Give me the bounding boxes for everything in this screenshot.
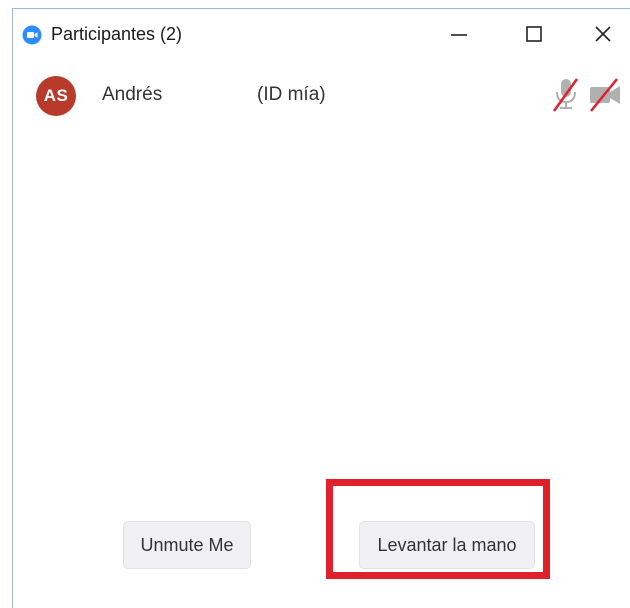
window-title: Participantes (2)	[51, 24, 183, 44]
unmute-me-button[interactable]: Unmute Me	[123, 521, 251, 569]
close-icon	[595, 26, 611, 42]
raise-hand-button[interactable]: Levantar la mano	[359, 521, 535, 569]
participant-tag: (ID mía)	[257, 84, 326, 105]
avatar: AS	[36, 76, 76, 116]
participant-row[interactable]: AS Andrés (ID mía)	[13, 67, 630, 123]
minimize-icon	[451, 34, 467, 36]
close-button[interactable]	[580, 17, 626, 51]
video-off-icon[interactable]	[587, 77, 623, 113]
maximize-button[interactable]	[511, 17, 557, 51]
participants-window: Participantes (2) AS Andrés (ID mía) Unm…	[12, 8, 630, 608]
maximize-icon	[526, 26, 542, 42]
zoom-app-icon	[22, 25, 42, 45]
participant-name: Andrés	[102, 84, 163, 105]
title-bar[interactable]: Participantes (2)	[13, 9, 630, 59]
muted-mic-icon[interactable]	[550, 77, 582, 113]
minimize-button[interactable]	[436, 17, 482, 51]
